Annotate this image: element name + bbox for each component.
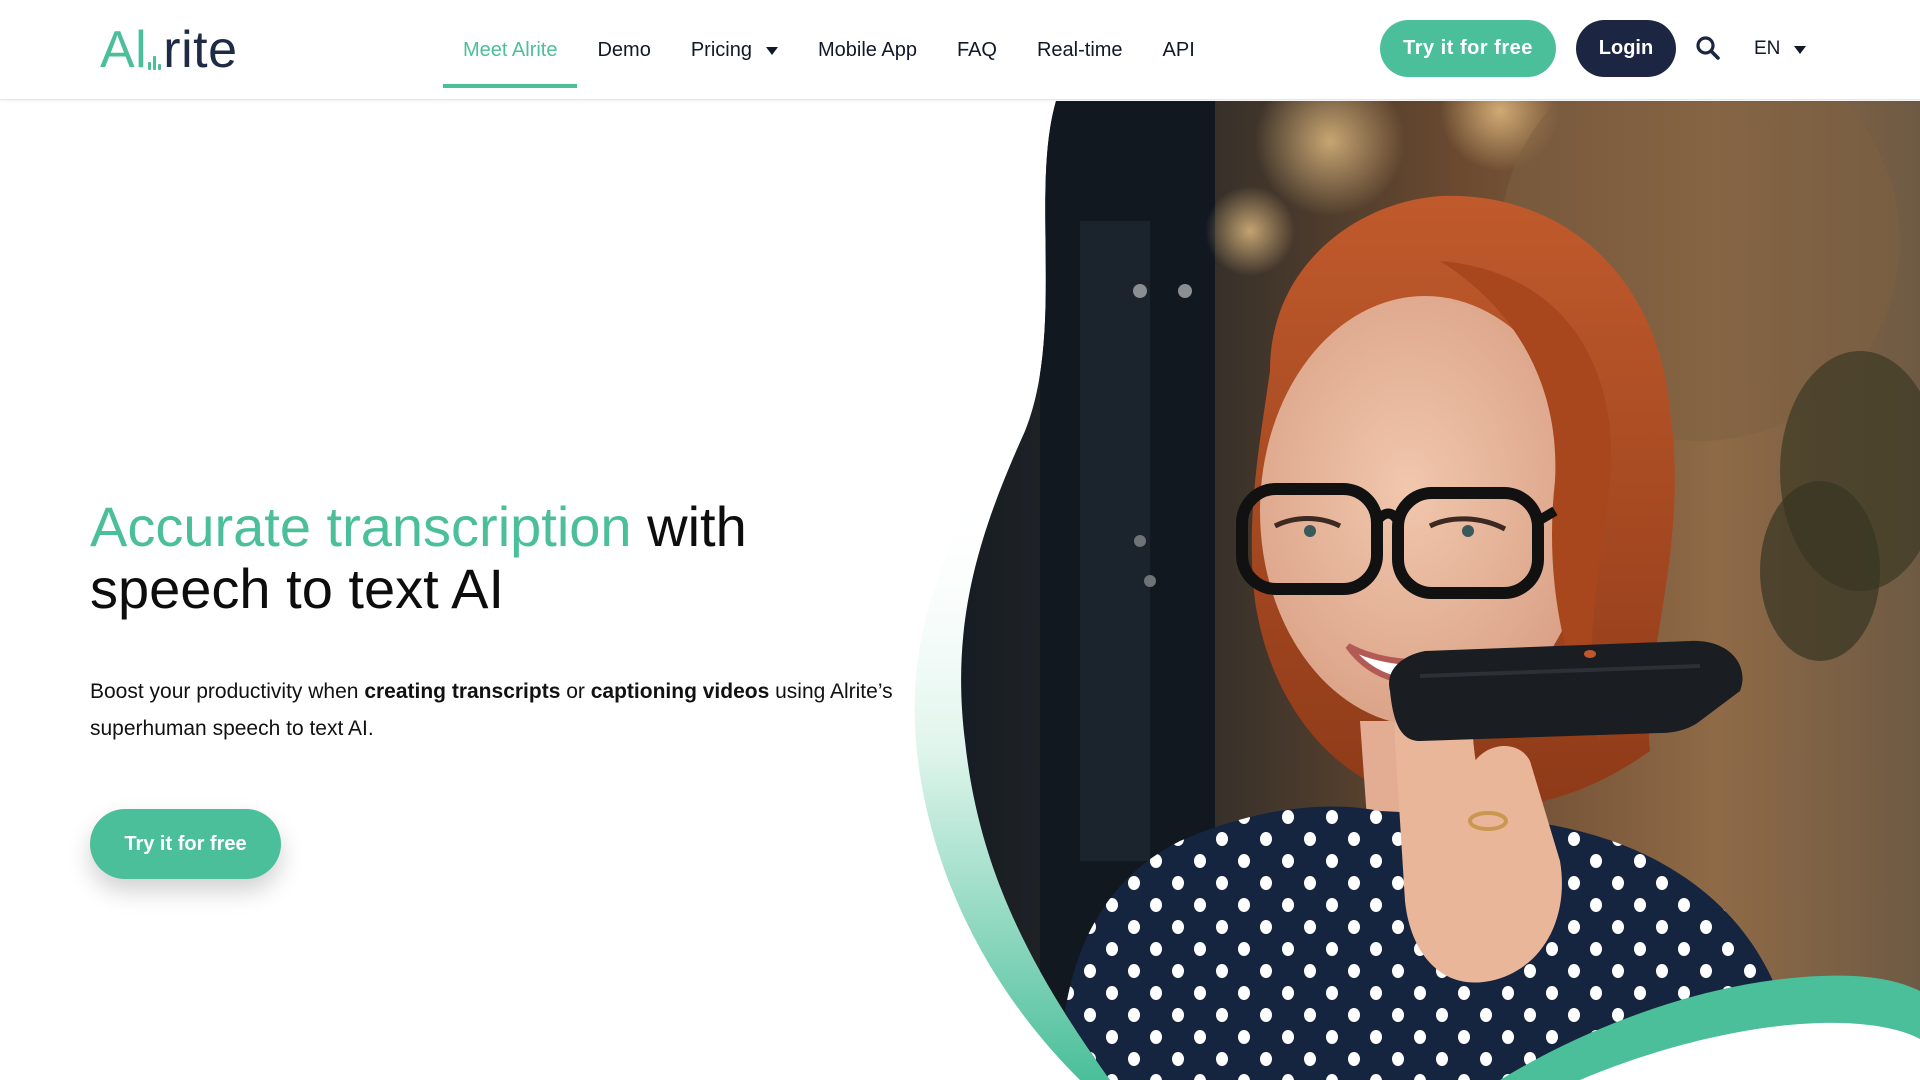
logo-soundwave-icon bbox=[148, 54, 162, 70]
subtext-bold-transcripts: creating transcripts bbox=[364, 680, 561, 703]
subtext-part: or bbox=[560, 680, 591, 703]
nav-item-label: FAQ bbox=[956, 38, 997, 61]
hero-headline: Accurate transcription with speech to te… bbox=[90, 496, 940, 620]
login-button[interactable]: Login bbox=[1576, 20, 1676, 77]
language-label: EN bbox=[1754, 38, 1781, 59]
nav-item-demo[interactable]: Demo bbox=[577, 0, 670, 100]
nav-item-meet-alrite[interactable]: Meet Alrite bbox=[443, 0, 578, 100]
subtext-bold-captioning: captioning videos bbox=[590, 680, 770, 703]
nav-item-label: Mobile App bbox=[817, 38, 917, 61]
subtext-part: Boost your productivity when bbox=[90, 680, 365, 703]
nav-item-label: API bbox=[1162, 38, 1195, 61]
nav-item-label: Pricing bbox=[690, 38, 752, 61]
hero-try-for-free-button[interactable]: Try it for free bbox=[90, 809, 281, 879]
site-header: Al rite Meet Alrite Demo Pricing Mobile A… bbox=[0, 0, 1920, 100]
logo-prefix: Al bbox=[100, 21, 148, 79]
language-selector[interactable]: EN bbox=[1754, 34, 1807, 64]
alrite-logo[interactable]: Al rite bbox=[100, 22, 238, 78]
nav-item-label: Real-time bbox=[1036, 38, 1123, 61]
nav-item-mobile-app[interactable]: Mobile App bbox=[798, 0, 937, 100]
main-nav: Meet Alrite Demo Pricing Mobile App FAQ … bbox=[443, 0, 1215, 100]
nav-item-label: Meet Alrite bbox=[463, 38, 558, 61]
search-icon[interactable] bbox=[1694, 34, 1722, 62]
nav-item-api[interactable]: API bbox=[1143, 0, 1215, 100]
nav-item-pricing[interactable]: Pricing bbox=[671, 0, 798, 100]
nav-item-label: Demo bbox=[597, 38, 651, 61]
nav-item-faq[interactable]: FAQ bbox=[937, 0, 1017, 100]
caret-down-icon bbox=[765, 47, 778, 55]
hero-subtext: Boost your productivity when creating tr… bbox=[90, 673, 920, 747]
logo-text: rite bbox=[163, 21, 238, 79]
headline-accent: Accurate transcription bbox=[90, 495, 632, 558]
try-for-free-button[interactable]: Try it for free bbox=[1380, 20, 1556, 77]
nav-item-real-time[interactable]: Real-time bbox=[1017, 0, 1143, 100]
caret-down-icon bbox=[1794, 46, 1807, 54]
